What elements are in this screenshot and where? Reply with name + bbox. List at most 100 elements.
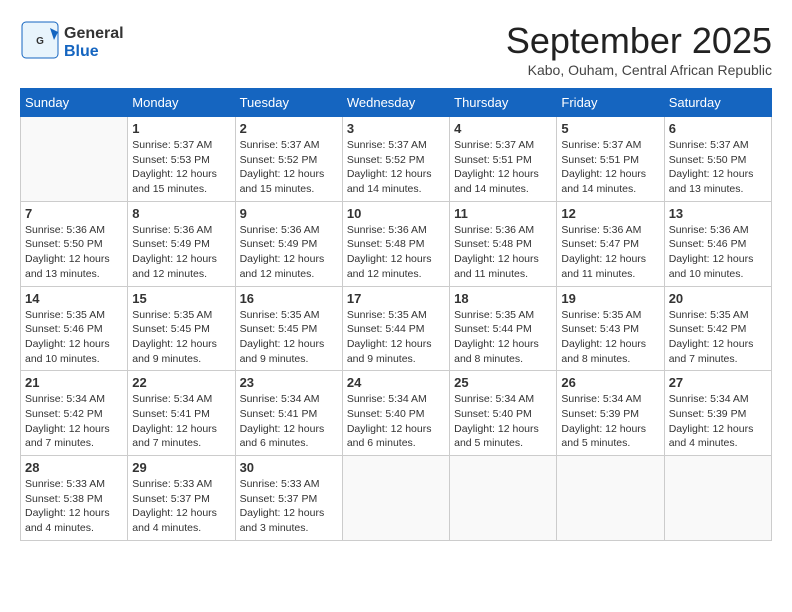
day-number: 7 <box>25 206 123 221</box>
calendar-cell: 13 Sunrise: 5:36 AM Sunset: 5:46 PM Dayli… <box>664 201 771 286</box>
day-number: 28 <box>25 460 123 475</box>
month-title: September 2025 <box>506 20 772 62</box>
day-number: 2 <box>240 121 338 136</box>
day-info: Sunrise: 5:35 AM Sunset: 5:43 PM Dayligh… <box>561 308 659 367</box>
day-info: Sunrise: 5:36 AM Sunset: 5:47 PM Dayligh… <box>561 223 659 282</box>
calendar-cell: 25 Sunrise: 5:34 AM Sunset: 5:40 PM Dayli… <box>450 371 557 456</box>
day-info: Sunrise: 5:34 AM Sunset: 5:41 PM Dayligh… <box>132 392 230 451</box>
day-info: Sunrise: 5:36 AM Sunset: 5:49 PM Dayligh… <box>240 223 338 282</box>
calendar-cell: 16Sunrise: 5:35 AM Sunset: 5:45 PM Dayli… <box>235 286 342 371</box>
day-number: 26 <box>561 375 659 390</box>
calendar-cell: 23 Sunrise: 5:34 AM Sunset: 5:41 PM Dayli… <box>235 371 342 456</box>
day-info: Sunrise: 5:35 AM Sunset: 5:46 PM Dayligh… <box>25 308 123 367</box>
day-info: Sunrise: 5:35 AM Sunset: 5:44 PM Dayligh… <box>454 308 552 367</box>
day-header-sunday: Sunday <box>21 89 128 117</box>
calendar-cell: 24 Sunrise: 5:34 AM Sunset: 5:40 PM Dayli… <box>342 371 449 456</box>
calendar-cell: 9 Sunrise: 5:36 AM Sunset: 5:49 PM Daylig… <box>235 201 342 286</box>
day-number: 11 <box>454 206 552 221</box>
svg-text:G: G <box>36 36 44 47</box>
day-number: 29 <box>132 460 230 475</box>
calendar-cell: 28 Sunrise: 5:33 AM Sunset: 5:38 PM Dayli… <box>21 456 128 541</box>
calendar-cell <box>557 456 664 541</box>
day-number: 10 <box>347 206 445 221</box>
calendar-cell <box>21 117 128 202</box>
day-info: Sunrise: 5:34 AM Sunset: 5:40 PM Dayligh… <box>454 392 552 451</box>
logo-text-blue: Blue <box>64 43 124 61</box>
day-info: Sunrise: 5:34 AM Sunset: 5:41 PM Dayligh… <box>240 392 338 451</box>
location-subtitle: Kabo, Ouham, Central African Republic <box>506 62 772 78</box>
day-number: 17 <box>347 291 445 306</box>
day-number: 24 <box>347 375 445 390</box>
calendar-cell <box>342 456 449 541</box>
logo: G General Blue <box>20 20 124 65</box>
day-info: Sunrise: 5:36 AM Sunset: 5:48 PM Dayligh… <box>347 223 445 282</box>
day-number: 13 <box>669 206 767 221</box>
day-info: Sunrise: 5:33 AM Sunset: 5:37 PM Dayligh… <box>132 477 230 536</box>
day-number: 21 <box>25 375 123 390</box>
calendar-cell <box>450 456 557 541</box>
day-info: Sunrise: 5:37 AM Sunset: 5:51 PM Dayligh… <box>454 138 552 197</box>
day-number: 5 <box>561 121 659 136</box>
calendar-cell: 14 Sunrise: 5:35 AM Sunset: 5:46 PM Dayli… <box>21 286 128 371</box>
day-number: 12 <box>561 206 659 221</box>
day-info: Sunrise: 5:34 AM Sunset: 5:40 PM Dayligh… <box>347 392 445 451</box>
day-header-tuesday: Tuesday <box>235 89 342 117</box>
day-info: Sunrise: 5:37 AM Sunset: 5:50 PM Dayligh… <box>669 138 767 197</box>
day-info: Sunrise: 5:35 AM Sunset: 5:44 PM Dayligh… <box>347 308 445 367</box>
day-number: 22 <box>132 375 230 390</box>
calendar-cell: 12 Sunrise: 5:36 AM Sunset: 5:47 PM Dayli… <box>557 201 664 286</box>
day-info: Sunrise: 5:36 AM Sunset: 5:46 PM Dayligh… <box>669 223 767 282</box>
day-info: Sunrise: 5:36 AM Sunset: 5:48 PM Dayligh… <box>454 223 552 282</box>
day-number: 25 <box>454 375 552 390</box>
day-header-friday: Friday <box>557 89 664 117</box>
day-number: 3 <box>347 121 445 136</box>
day-info: Sunrise: 5:33 AM Sunset: 5:37 PM Dayligh… <box>240 477 338 536</box>
day-number: 9 <box>240 206 338 221</box>
day-number: 27 <box>669 375 767 390</box>
day-header-wednesday: Wednesday <box>342 89 449 117</box>
day-number: 19 <box>561 291 659 306</box>
calendar-cell: 21 Sunrise: 5:34 AM Sunset: 5:42 PM Dayli… <box>21 371 128 456</box>
day-info: Sunrise: 5:37 AM Sunset: 5:52 PM Dayligh… <box>240 138 338 197</box>
day-header-thursday: Thursday <box>450 89 557 117</box>
calendar-cell <box>664 456 771 541</box>
calendar-cell: 17 Sunrise: 5:35 AM Sunset: 5:44 PM Dayli… <box>342 286 449 371</box>
logo-text-general: General <box>64 25 124 43</box>
calendar-cell: 7 Sunrise: 5:36 AM Sunset: 5:50 PM Daylig… <box>21 201 128 286</box>
day-number: 14 <box>25 291 123 306</box>
day-number: 1 <box>132 121 230 136</box>
day-number: 18 <box>454 291 552 306</box>
calendar-cell: 2 Sunrise: 5:37 AM Sunset: 5:52 PM Daylig… <box>235 117 342 202</box>
day-info: Sunrise: 5:34 AM Sunset: 5:39 PM Dayligh… <box>561 392 659 451</box>
day-info: Sunrise: 5:33 AM Sunset: 5:38 PM Dayligh… <box>25 477 123 536</box>
day-info: Sunrise: 5:35 AM Sunset: 5:45 PM Dayligh… <box>240 308 338 367</box>
day-info: Sunrise: 5:36 AM Sunset: 5:49 PM Dayligh… <box>132 223 230 282</box>
calendar-cell: 22 Sunrise: 5:34 AM Sunset: 5:41 PM Dayli… <box>128 371 235 456</box>
day-info: Sunrise: 5:36 AM Sunset: 5:50 PM Dayligh… <box>25 223 123 282</box>
calendar-cell: 11 Sunrise: 5:36 AM Sunset: 5:48 PM Dayli… <box>450 201 557 286</box>
day-info: Sunrise: 5:35 AM Sunset: 5:42 PM Dayligh… <box>669 308 767 367</box>
calendar-cell: 27 Sunrise: 5:34 AM Sunset: 5:39 PM Dayli… <box>664 371 771 456</box>
calendar-cell: 1Sunrise: 5:37 AM Sunset: 5:53 PM Daylig… <box>128 117 235 202</box>
day-number: 20 <box>669 291 767 306</box>
day-header-saturday: Saturday <box>664 89 771 117</box>
calendar-cell: 15Sunrise: 5:35 AM Sunset: 5:45 PM Dayli… <box>128 286 235 371</box>
calendar-cell: 10 Sunrise: 5:36 AM Sunset: 5:48 PM Dayli… <box>342 201 449 286</box>
calendar-cell: 30 Sunrise: 5:33 AM Sunset: 5:37 PM Dayli… <box>235 456 342 541</box>
calendar-cell: 19 Sunrise: 5:35 AM Sunset: 5:43 PM Dayli… <box>557 286 664 371</box>
calendar-cell: 8 Sunrise: 5:36 AM Sunset: 5:49 PM Daylig… <box>128 201 235 286</box>
calendar-cell: 4 Sunrise: 5:37 AM Sunset: 5:51 PM Daylig… <box>450 117 557 202</box>
day-number: 6 <box>669 121 767 136</box>
day-info: Sunrise: 5:34 AM Sunset: 5:39 PM Dayligh… <box>669 392 767 451</box>
day-info: Sunrise: 5:37 AM Sunset: 5:51 PM Dayligh… <box>561 138 659 197</box>
calendar-cell: 26 Sunrise: 5:34 AM Sunset: 5:39 PM Dayli… <box>557 371 664 456</box>
day-info: Sunrise: 5:34 AM Sunset: 5:42 PM Dayligh… <box>25 392 123 451</box>
calendar: SundayMondayTuesdayWednesdayThursdayFrid… <box>20 88 772 541</box>
calendar-cell: 6 Sunrise: 5:37 AM Sunset: 5:50 PM Daylig… <box>664 117 771 202</box>
day-number: 30 <box>240 460 338 475</box>
day-number: 8 <box>132 206 230 221</box>
day-number: 23 <box>240 375 338 390</box>
calendar-cell: 29 Sunrise: 5:33 AM Sunset: 5:37 PM Dayli… <box>128 456 235 541</box>
day-number: 4 <box>454 121 552 136</box>
day-number: 15 <box>132 291 230 306</box>
